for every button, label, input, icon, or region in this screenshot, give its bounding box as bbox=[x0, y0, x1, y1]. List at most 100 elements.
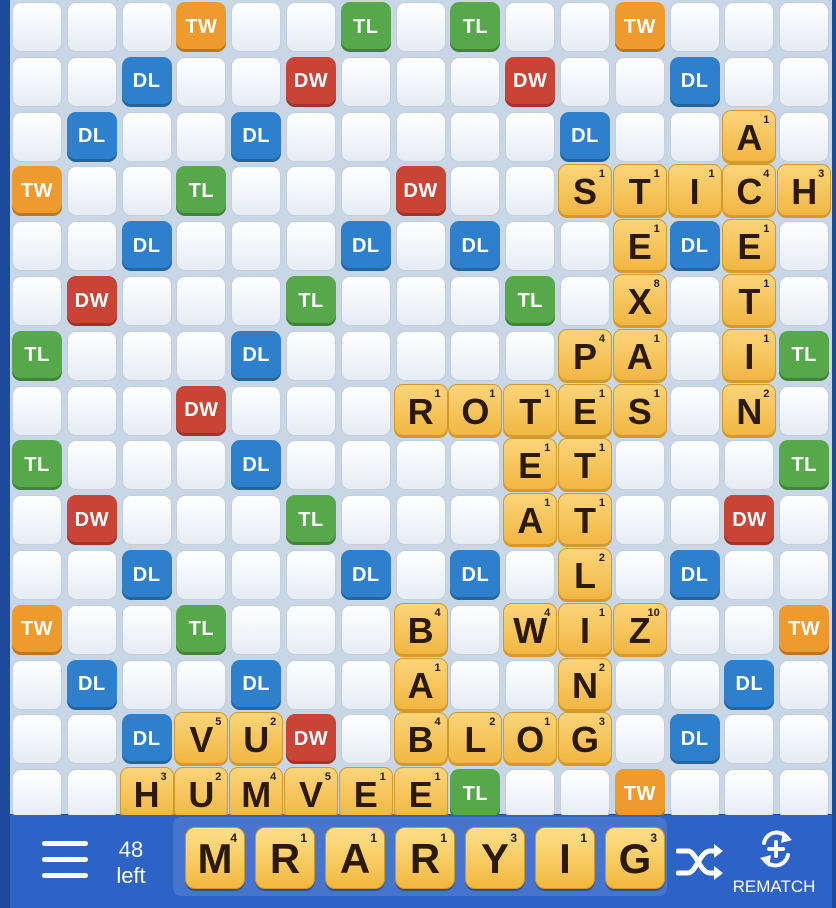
board-cell[interactable] bbox=[12, 659, 62, 710]
premium-square-tl[interactable]: TL bbox=[450, 2, 501, 52]
board-cell[interactable] bbox=[66, 166, 117, 217]
rack-tile[interactable]: Y3 bbox=[465, 827, 525, 889]
board-cell[interactable] bbox=[724, 550, 775, 600]
premium-square-dl[interactable]: DL bbox=[121, 221, 172, 272]
board-cell[interactable] bbox=[231, 221, 282, 272]
premium-square-tw[interactable]: TW bbox=[12, 166, 62, 217]
board-cell[interactable] bbox=[724, 769, 775, 820]
board-cell[interactable] bbox=[231, 495, 282, 546]
board-cell[interactable] bbox=[121, 659, 172, 710]
board-cell[interactable] bbox=[231, 385, 282, 436]
board-cell[interactable] bbox=[286, 111, 336, 162]
board-cell[interactable] bbox=[12, 56, 62, 107]
board-cell[interactable] bbox=[286, 221, 336, 272]
board-cell[interactable] bbox=[669, 2, 720, 52]
premium-square-dw[interactable]: DW bbox=[286, 714, 336, 765]
premium-square-dw[interactable]: DW bbox=[66, 276, 117, 326]
board-cell[interactable] bbox=[66, 550, 117, 600]
board-cell[interactable] bbox=[66, 604, 117, 655]
premium-square-dl[interactable]: DL bbox=[669, 56, 720, 107]
board-cell[interactable] bbox=[395, 330, 446, 381]
board-cell[interactable] bbox=[12, 550, 62, 600]
board-cell[interactable] bbox=[779, 550, 830, 600]
board-cell[interactable] bbox=[12, 2, 62, 52]
board-cell[interactable] bbox=[231, 166, 282, 217]
board-cell[interactable] bbox=[231, 2, 282, 52]
board-cell[interactable] bbox=[560, 2, 610, 52]
board-cell[interactable] bbox=[614, 714, 665, 765]
board-cell[interactable] bbox=[779, 276, 830, 326]
board-cell[interactable] bbox=[286, 604, 336, 655]
board-cell[interactable] bbox=[231, 604, 282, 655]
board-cell[interactable] bbox=[669, 769, 720, 820]
board-cell[interactable] bbox=[66, 440, 117, 491]
board-cell[interactable] bbox=[231, 276, 282, 326]
board-cell[interactable] bbox=[340, 385, 391, 436]
premium-square-tl[interactable]: TL bbox=[176, 604, 227, 655]
premium-square-tl[interactable]: TL bbox=[779, 440, 830, 491]
board-cell[interactable] bbox=[779, 2, 830, 52]
board-cell[interactable] bbox=[121, 276, 172, 326]
shuffle-icon[interactable] bbox=[675, 843, 724, 881]
board-cell[interactable] bbox=[560, 56, 610, 107]
board-cell[interactable] bbox=[505, 111, 556, 162]
board-cell[interactable] bbox=[12, 495, 62, 546]
board-cell[interactable] bbox=[505, 550, 556, 600]
premium-square-dl[interactable]: DL bbox=[340, 221, 391, 272]
board-cell[interactable] bbox=[779, 111, 830, 162]
board-cell[interactable] bbox=[66, 56, 117, 107]
board-cell[interactable] bbox=[12, 276, 62, 326]
hamburger-menu-icon[interactable] bbox=[42, 841, 88, 881]
board-cell[interactable] bbox=[66, 769, 117, 820]
board-cell[interactable] bbox=[450, 276, 501, 326]
board-cell[interactable] bbox=[176, 221, 227, 272]
board-cell[interactable] bbox=[724, 440, 775, 491]
board-cell[interactable] bbox=[286, 659, 336, 710]
board-cell[interactable] bbox=[724, 56, 775, 107]
premium-square-dl[interactable]: DL bbox=[121, 550, 172, 600]
premium-square-tl[interactable]: TL bbox=[450, 769, 501, 820]
premium-square-tw[interactable]: TW bbox=[614, 2, 665, 52]
board-cell[interactable] bbox=[340, 604, 391, 655]
premium-square-tl[interactable]: TL bbox=[505, 276, 556, 326]
board-cell[interactable] bbox=[505, 769, 556, 820]
premium-square-dw[interactable]: DW bbox=[176, 385, 227, 436]
board-cell[interactable] bbox=[231, 56, 282, 107]
rack-tile[interactable]: R1 bbox=[255, 827, 315, 889]
board-cell[interactable] bbox=[450, 495, 501, 546]
board-cell[interactable] bbox=[724, 604, 775, 655]
board-cell[interactable] bbox=[505, 659, 556, 710]
premium-square-tw[interactable]: TW bbox=[176, 2, 227, 52]
rack-tile[interactable]: I1 bbox=[535, 827, 595, 889]
board-cell[interactable] bbox=[450, 330, 501, 381]
board-cell[interactable] bbox=[176, 495, 227, 546]
premium-square-tw[interactable]: TW bbox=[779, 604, 830, 655]
board-cell[interactable] bbox=[614, 659, 665, 710]
board-cell[interactable] bbox=[121, 166, 172, 217]
board-cell[interactable] bbox=[779, 221, 830, 272]
board-cell[interactable] bbox=[121, 440, 172, 491]
premium-square-dl[interactable]: DL bbox=[450, 550, 501, 600]
premium-square-dw[interactable]: DW bbox=[66, 495, 117, 546]
board-cell[interactable] bbox=[176, 276, 227, 326]
rack-tile[interactable]: M4 bbox=[185, 827, 245, 889]
board-cell[interactable] bbox=[176, 330, 227, 381]
board-cell[interactable] bbox=[614, 111, 665, 162]
board-cell[interactable] bbox=[669, 111, 720, 162]
board-cell[interactable] bbox=[176, 659, 227, 710]
board-cell[interactable] bbox=[450, 111, 501, 162]
board-cell[interactable] bbox=[340, 714, 391, 765]
board-cell[interactable] bbox=[395, 276, 446, 326]
premium-square-tl[interactable]: TL bbox=[779, 330, 830, 381]
board-cell[interactable] bbox=[12, 221, 62, 272]
board-cell[interactable] bbox=[340, 495, 391, 546]
board-cell[interactable] bbox=[340, 56, 391, 107]
board-cell[interactable] bbox=[340, 166, 391, 217]
premium-square-dl[interactable]: DL bbox=[560, 111, 610, 162]
board-cell[interactable] bbox=[395, 440, 446, 491]
premium-square-dl[interactable]: DL bbox=[121, 714, 172, 765]
board-cell[interactable] bbox=[286, 550, 336, 600]
board-cell[interactable] bbox=[560, 276, 610, 326]
board-cell[interactable] bbox=[779, 714, 830, 765]
premium-square-tl[interactable]: TL bbox=[12, 440, 62, 491]
